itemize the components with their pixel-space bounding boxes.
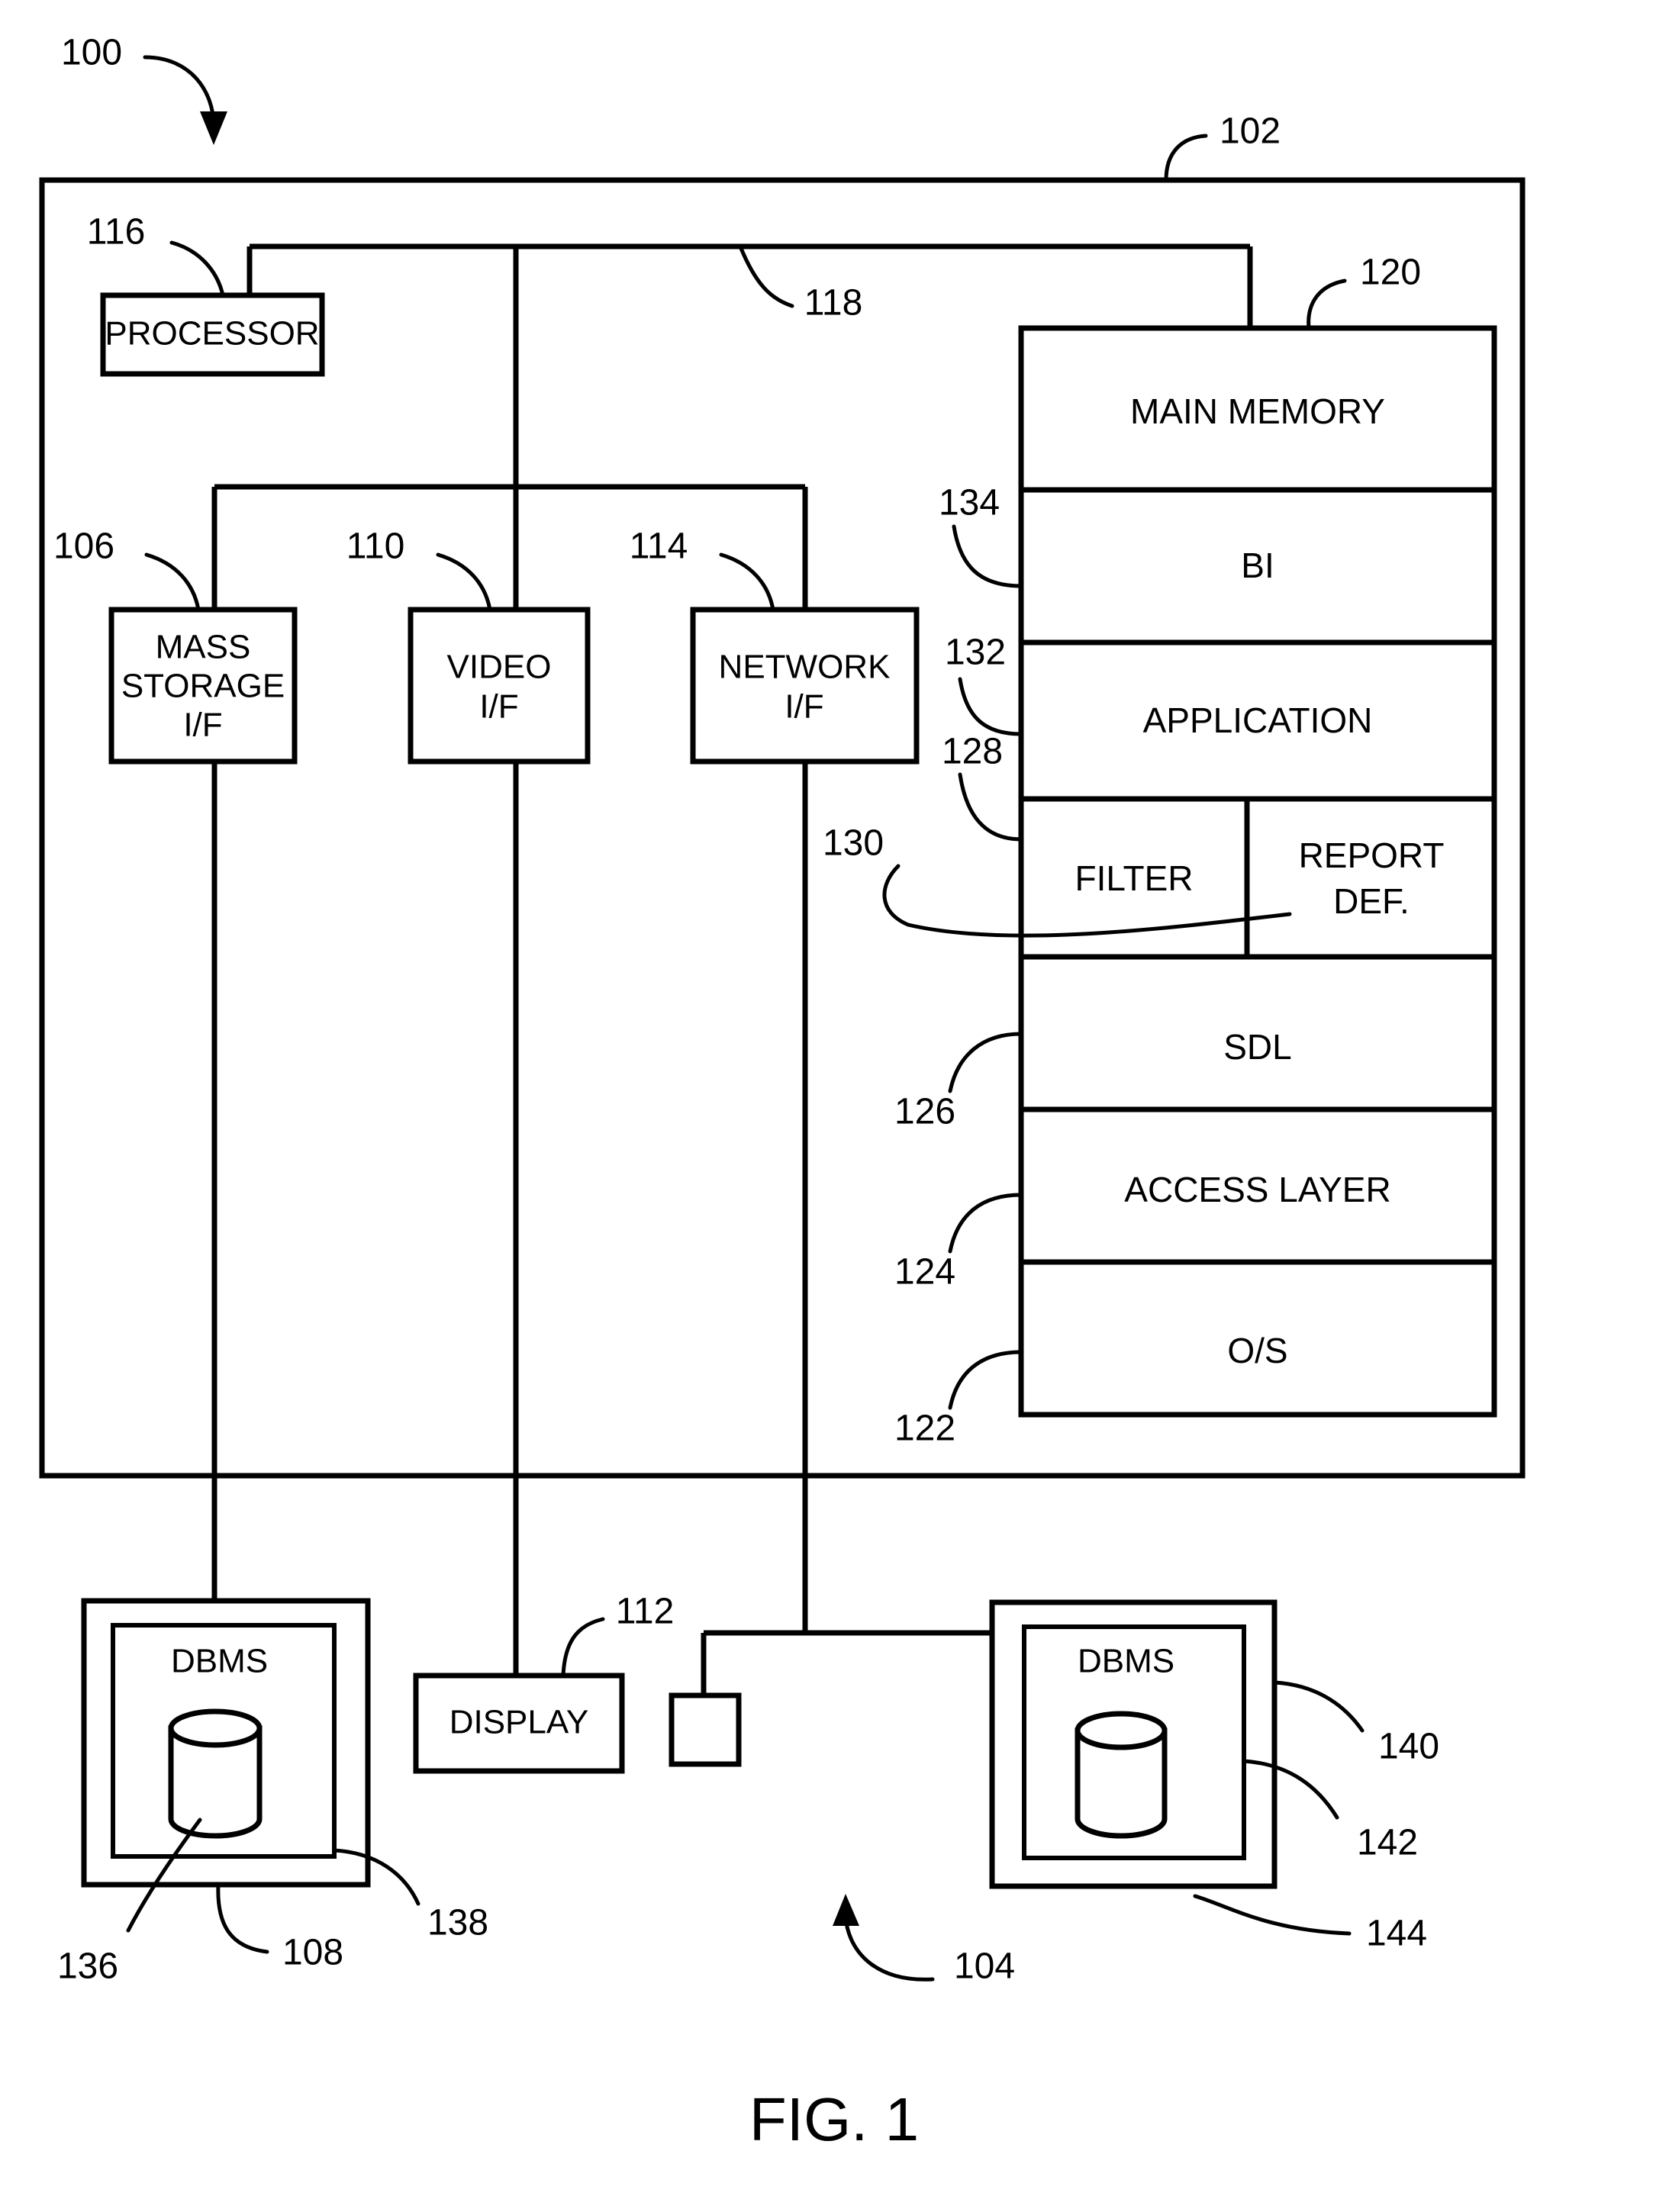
mass-storage-if-label-1: MASS [156,629,251,666]
remote-cylinder-top [1075,1711,1168,1750]
main-memory-group: MAIN MEMORY BI APPLICATION FILTER REPORT… [1018,325,1497,1418]
local-storage-group: DBMS 138 136 108 [57,1598,488,1987]
mass-storage-if-label-3: I/F [183,707,222,744]
computer-system-102-callout: 102 [1164,111,1281,182]
leader-line-124 [948,1193,1023,1254]
leader-line-108 [216,1882,269,1954]
display-group: DISPLAY 112 [413,1592,675,1774]
memory-layer-bi-label: BI [1241,546,1274,585]
remote-dbms-label: DBMS [1078,1643,1174,1680]
ref-num-100: 100 [61,33,122,73]
patent-figure-svg: 100 102 118 PROCESSOR 116 MASS STORAGE I… [39,33,1526,2153]
network-if-label-2: I/F [785,688,823,726]
ref-num-122: 122 [894,1409,955,1449]
video-if-label-1: VIDEO [447,649,552,686]
mass-storage-if-label-2: STORAGE [121,668,285,705]
remote-system-104-callout: 104 [833,1894,1015,1987]
leader-line-106 [144,552,201,612]
ref-num-108: 108 [282,1933,343,1973]
arrowhead-100 [200,111,227,145]
ref-num-136: 136 [57,1946,118,1987]
memory-layer-application-label: APPLICATION [1143,700,1373,740]
leader-line-140 [1272,1680,1365,1733]
ref-num-104: 104 [954,1946,1015,1987]
processor-116-callout: 116 [87,212,225,298]
ref-num-102: 102 [1220,111,1281,152]
ref-num-130: 130 [823,823,884,864]
ref-num-118: 118 [804,283,863,324]
memory-layer-access-label: ACCESS LAYER [1124,1170,1390,1209]
local-dbms-label: DBMS [171,1643,268,1680]
leader-line-102 [1164,134,1208,182]
ref-num-128: 128 [942,732,1003,772]
leader-line-136 [126,1818,202,1933]
leader-line-116 [169,240,225,298]
video-if-label-2: I/F [479,688,518,726]
ref-num-132: 132 [945,633,1006,673]
local-cylinder-top [168,1708,263,1748]
ref-num-114: 114 [630,526,688,567]
ref-num-144: 144 [1366,1914,1427,1954]
ref-num-140: 140 [1378,1727,1439,1767]
remote-database-cylinder [1075,1711,1168,1839]
memory-report-def-label-1: REPORT [1299,836,1445,875]
local-database-cylinder [168,1708,263,1839]
network-node-box [669,1692,742,1767]
ref-num-120: 120 [1360,253,1421,293]
ref-num-142: 142 [1357,1823,1418,1863]
leader-line-122 [948,1350,1023,1410]
memory-layer-os-label: O/S [1227,1331,1287,1370]
leader-line-138 [332,1848,420,1906]
memory-report-def-label-2: DEF. [1333,881,1410,921]
ref-num-124: 124 [894,1252,955,1293]
main-memory-label: MAIN MEMORY [1130,391,1385,431]
leader-line-120 [1307,279,1347,330]
memory-filter-label: FILTER [1075,858,1193,898]
arrowhead-104 [833,1894,859,1926]
display-label: DISPLAY [449,1704,589,1741]
leader-line-142 [1242,1759,1339,1820]
memory-ref-callouts: 134 132 128 130 126 124 122 [823,483,1292,1449]
mass-storage-106-callout: 106 [53,526,201,612]
network-if-label-1: NETWORK [719,649,891,686]
leader-line-144 [1193,1894,1352,1936]
leader-line-114 [719,552,775,612]
video-110-callout: 110 [346,526,492,612]
leader-line-118 [738,244,794,308]
ref-num-116: 116 [87,212,146,253]
patent-figure-root: 100 102 118 PROCESSOR 116 MASS STORAGE I… [0,0,1669,2212]
ref-num-138: 138 [427,1903,488,1943]
leader-line-110 [436,552,492,612]
leader-line-134 [952,524,1023,588]
processor-label: PROCESSOR [105,315,319,353]
network-114-callout: 114 [630,526,775,612]
leader-line-112 [561,1617,605,1678]
main-memory-120-callout: 120 [1307,253,1421,330]
figure-caption: FIG. 1 [749,2085,919,2153]
leader-line-132 [958,677,1023,736]
ref-num-126: 126 [894,1092,955,1132]
ref-num-106: 106 [53,526,114,567]
leader-line-128 [958,772,1023,842]
remote-system-group: DBMS 140 142 144 [989,1599,1439,1954]
peripheral-connections [211,761,992,1695]
memory-layer-sdl-label: SDL [1223,1027,1291,1067]
ref-num-134: 134 [939,483,1000,523]
system-100-callout: 100 [61,33,227,145]
leader-line-126 [948,1032,1023,1093]
bus-118-callout: 118 [738,244,863,324]
ref-num-112: 112 [616,1592,675,1632]
ref-num-110: 110 [346,526,405,567]
leader-line-104 [843,1914,935,1982]
